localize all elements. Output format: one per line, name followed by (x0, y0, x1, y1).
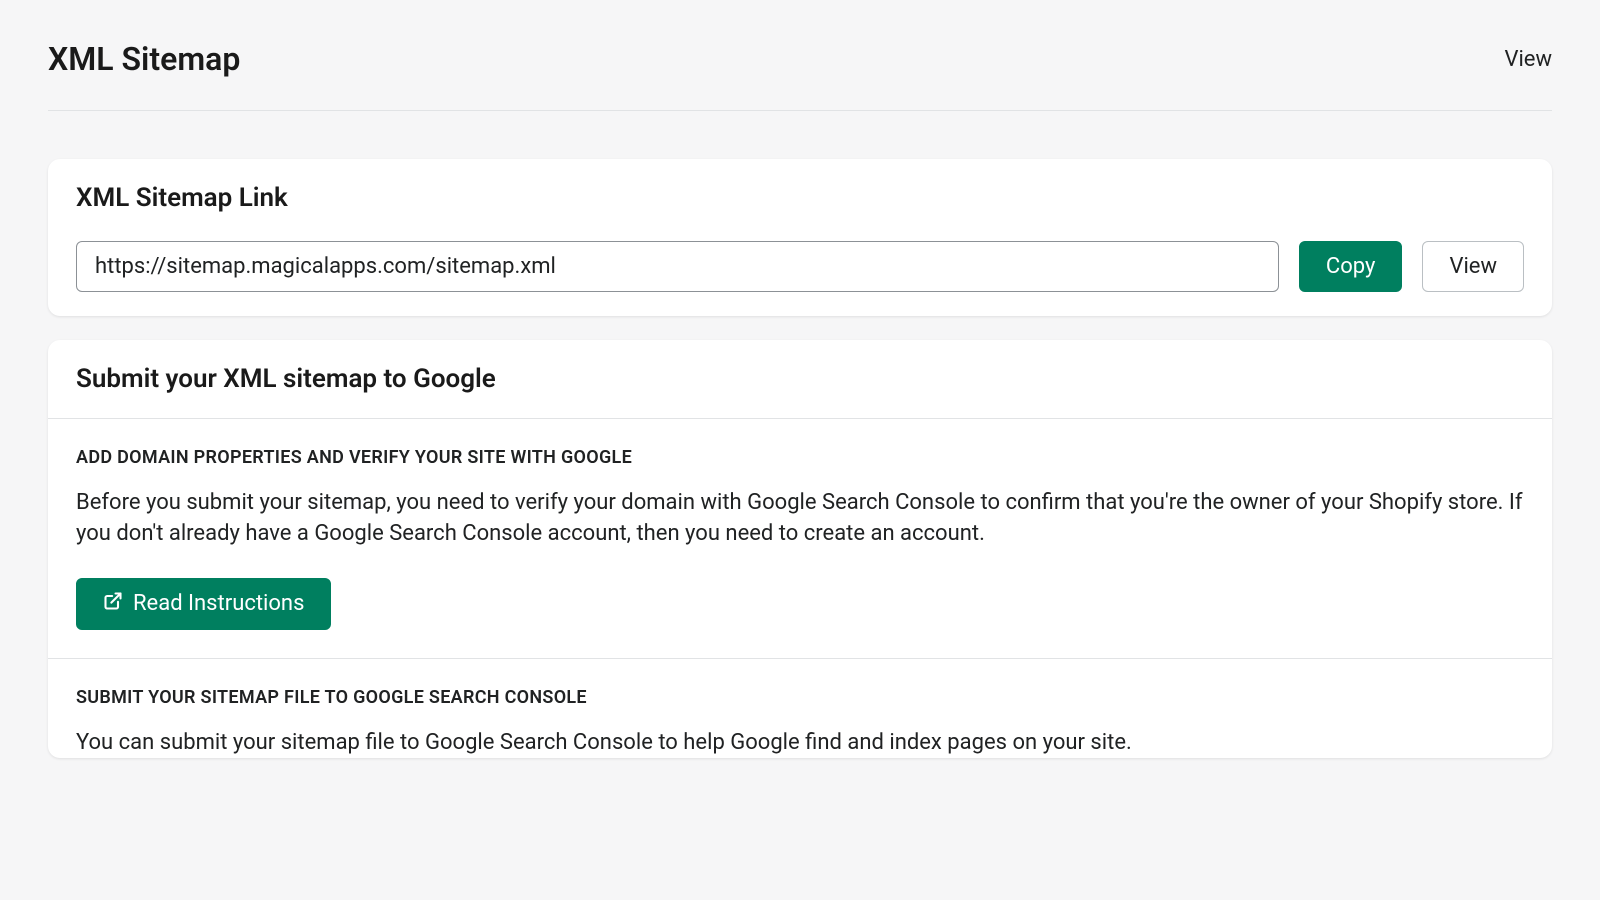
submit-sitemap-card: Submit your XML sitemap to Google ADD DO… (48, 340, 1552, 758)
read-instructions-label: Read Instructions (133, 591, 304, 616)
external-link-icon (103, 591, 123, 617)
page-container: XML Sitemap View XML Sitemap Link Copy V… (0, 0, 1600, 758)
verify-section: ADD DOMAIN PROPERTIES AND VERIFY YOUR SI… (48, 418, 1552, 658)
sitemap-link-card: XML Sitemap Link Copy View (48, 159, 1552, 316)
read-instructions-button[interactable]: Read Instructions (76, 578, 331, 630)
copy-button[interactable]: Copy (1299, 241, 1403, 292)
sitemap-link-card-title: XML Sitemap Link (76, 183, 1524, 213)
verify-section-body: Before you submit your sitemap, you need… (76, 488, 1524, 550)
view-button[interactable]: View (1422, 241, 1524, 292)
submit-file-heading: SUBMIT YOUR SITEMAP FILE TO GOOGLE SEARC… (76, 687, 1524, 708)
sitemap-input-row: Copy View (76, 241, 1524, 292)
page-title: XML Sitemap (48, 40, 240, 78)
submit-file-body: You can submit your sitemap file to Goog… (76, 728, 1524, 759)
header-view-link[interactable]: View (1504, 47, 1552, 72)
submit-file-section: SUBMIT YOUR SITEMAP FILE TO GOOGLE SEARC… (48, 658, 1552, 759)
verify-section-heading: ADD DOMAIN PROPERTIES AND VERIFY YOUR SI… (76, 447, 1524, 468)
sitemap-url-input[interactable] (76, 241, 1279, 292)
submit-card-title: Submit your XML sitemap to Google (76, 364, 1524, 394)
page-header: XML Sitemap View (48, 40, 1552, 111)
